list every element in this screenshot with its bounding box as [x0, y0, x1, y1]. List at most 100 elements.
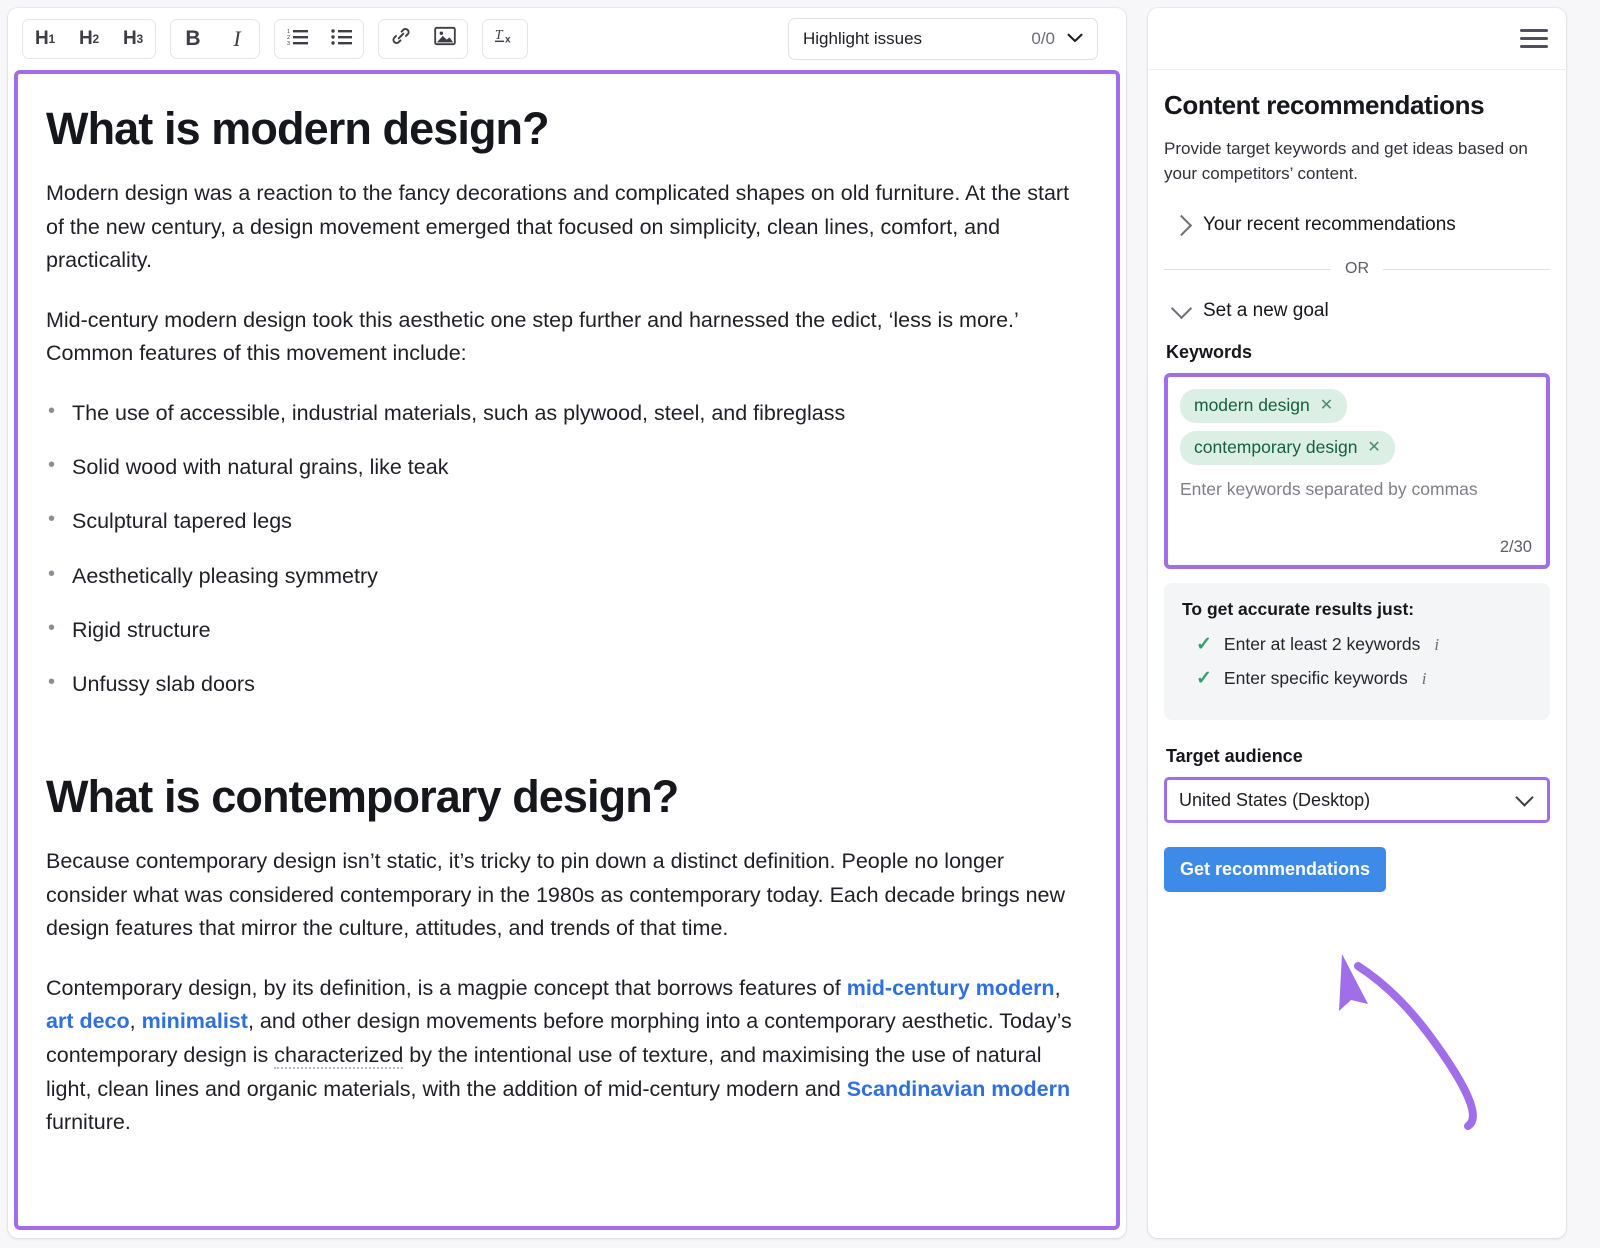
list-item: Sculptural tapered legs	[72, 505, 1088, 537]
ordered-list-icon: 1 2 3	[287, 27, 308, 52]
target-audience-value: United States (Desktop)	[1179, 790, 1518, 811]
hamburger-line	[1520, 29, 1548, 32]
target-audience-select[interactable]: United States (Desktop)	[1164, 777, 1550, 823]
chevron-down-icon	[1171, 298, 1192, 319]
paragraph-4-separator-1: ,	[1055, 976, 1061, 1000]
keyword-chip-row: contemporary design ✕	[1180, 431, 1534, 473]
check-icon: ✓	[1196, 669, 1212, 688]
remove-keyword-icon[interactable]: ✕	[1320, 398, 1333, 414]
italic-button[interactable]: I	[215, 20, 259, 58]
link-icon	[390, 25, 412, 53]
hamburger-menu-icon[interactable]	[1514, 24, 1548, 54]
panel-body: Content recommendations Provide target k…	[1148, 70, 1566, 1238]
document-paragraph-4: Contemporary design, by its definition, …	[46, 972, 1088, 1140]
recent-recommendations-toggle[interactable]: Your recent recommendations	[1164, 210, 1550, 240]
toolbar-group-headings: H1 H2 H3	[22, 19, 156, 59]
tip-label: Enter specific keywords	[1224, 668, 1408, 689]
image-icon	[434, 26, 456, 52]
divider-line-left	[1164, 269, 1331, 270]
document-paragraph-2: Mid-century modern design took this aest…	[46, 304, 1088, 371]
remove-keyword-icon[interactable]: ✕	[1367, 440, 1380, 456]
document-heading-2: What is contemporary design?	[46, 770, 1088, 823]
set-new-goal-label: Set a new goal	[1203, 300, 1329, 322]
chevron-down-icon	[1067, 30, 1083, 48]
bold-button[interactable]: B	[171, 20, 215, 58]
highlight-issues-dropdown[interactable]: Highlight issues 0/0	[788, 18, 1098, 60]
recent-recommendations-label: Your recent recommendations	[1203, 214, 1456, 236]
bullet-list-button[interactable]	[319, 20, 363, 58]
paragraph-4-separator-2: ,	[130, 1009, 142, 1033]
editor-toolbar: H1 H2 H3 B I 1 2 3	[8, 8, 1126, 70]
paragraph-4-text-part-4: furniture.	[46, 1110, 131, 1134]
document-paragraph-3: Because contemporary design isn’t static…	[46, 845, 1088, 946]
keywords-input-area[interactable]: modern design ✕ contemporary design ✕ En…	[1164, 373, 1550, 569]
info-icon[interactable]: i	[1422, 669, 1427, 689]
hamburger-line	[1520, 37, 1548, 40]
info-icon[interactable]: i	[1434, 635, 1439, 655]
tip-label: Enter at least 2 keywords	[1224, 634, 1420, 655]
page-title: Content recommendations	[1164, 90, 1550, 121]
hamburger-line	[1520, 45, 1548, 48]
or-divider: OR	[1164, 260, 1550, 278]
keyword-chip: modern design ✕	[1180, 389, 1347, 423]
chevron-down-icon	[1515, 789, 1533, 807]
bullet-list-icon	[331, 27, 352, 52]
paragraph-4-text-part-1: Contemporary design, by its definition, …	[46, 976, 847, 1000]
highlight-issues-count: 0/0	[1031, 29, 1055, 49]
document-content: What is modern design? Modern design was…	[46, 102, 1088, 1140]
or-label: OR	[1345, 260, 1369, 278]
list-item: Aesthetically pleasing symmetry	[72, 560, 1088, 592]
get-recommendations-button[interactable]: Get recommendations	[1164, 847, 1386, 892]
keywords-label: Keywords	[1166, 342, 1550, 363]
panel-subtitle: Provide target keywords and get ideas ba…	[1164, 137, 1550, 186]
toolbar-group-lists: 1 2 3	[274, 19, 364, 59]
list-item: Unfussy slab doors	[72, 668, 1088, 700]
keyword-chip-row: modern design ✕	[1180, 389, 1534, 431]
clear-formatting-icon: T x	[493, 25, 517, 53]
keyword-chip: contemporary design ✕	[1180, 431, 1395, 465]
ordered-list-button[interactable]: 1 2 3	[275, 20, 319, 58]
list-item: Solid wood with natural grains, like tea…	[72, 451, 1088, 483]
tip-item: ✓ Enter at least 2 keywords i	[1182, 634, 1532, 655]
app-root: H1 H2 H3 B I 1 2 3	[0, 0, 1600, 1248]
list-item: Rigid structure	[72, 614, 1088, 646]
panel-header	[1148, 8, 1566, 70]
highlight-issues-label: Highlight issues	[803, 29, 1031, 49]
keywords-counter: 2/30	[1500, 538, 1532, 557]
keywords-placeholder: Enter keywords separated by commas	[1180, 479, 1534, 500]
svg-text:T: T	[495, 27, 504, 42]
editor-panel: H1 H2 H3 B I 1 2 3	[8, 8, 1126, 1238]
link-minimalist[interactable]: minimalist	[142, 1009, 248, 1033]
toolbar-group-emphasis: B I	[170, 19, 260, 59]
chevron-right-icon	[1171, 215, 1192, 236]
target-audience-label: Target audience	[1166, 746, 1550, 767]
accuracy-tips-title: To get accurate results just:	[1182, 599, 1532, 620]
document-heading-1: What is modern design?	[46, 102, 1088, 155]
svg-text:x: x	[505, 34, 511, 45]
divider-line-right	[1383, 269, 1550, 270]
accuracy-tips-box: To get accurate results just: ✓ Enter at…	[1164, 583, 1550, 720]
tip-item: ✓ Enter specific keywords i	[1182, 668, 1532, 689]
keyword-chip-label: modern design	[1194, 395, 1310, 416]
recommendations-panel: Content recommendations Provide target k…	[1148, 8, 1566, 1238]
link-art-deco[interactable]: art deco	[46, 1009, 130, 1033]
list-item: The use of accessible, industrial materi…	[72, 397, 1088, 429]
heading-3-button[interactable]: H3	[111, 20, 155, 58]
heading-2-button[interactable]: H2	[67, 20, 111, 58]
document-bullet-list: The use of accessible, industrial materi…	[46, 397, 1088, 701]
link-button[interactable]	[379, 20, 423, 58]
svg-text:3: 3	[287, 41, 290, 46]
check-icon: ✓	[1196, 635, 1212, 654]
keyword-chip-label: contemporary design	[1194, 437, 1357, 458]
set-new-goal-toggle[interactable]: Set a new goal	[1164, 296, 1550, 326]
document-paragraph-1: Modern design was a reaction to the fanc…	[46, 177, 1088, 278]
clear-formatting-button[interactable]: T x	[483, 20, 527, 58]
document-editor[interactable]: What is modern design? Modern design was…	[18, 74, 1116, 1226]
toolbar-group-insert	[378, 19, 468, 59]
toolbar-group-clear: T x	[482, 19, 528, 59]
link-scandinavian-modern[interactable]: Scandinavian modern	[847, 1077, 1070, 1101]
document-highlight-frame: What is modern design? Modern design was…	[14, 70, 1120, 1230]
image-button[interactable]	[423, 20, 467, 58]
heading-1-button[interactable]: H1	[23, 20, 67, 58]
link-mid-century-modern[interactable]: mid-century modern	[847, 976, 1055, 1000]
